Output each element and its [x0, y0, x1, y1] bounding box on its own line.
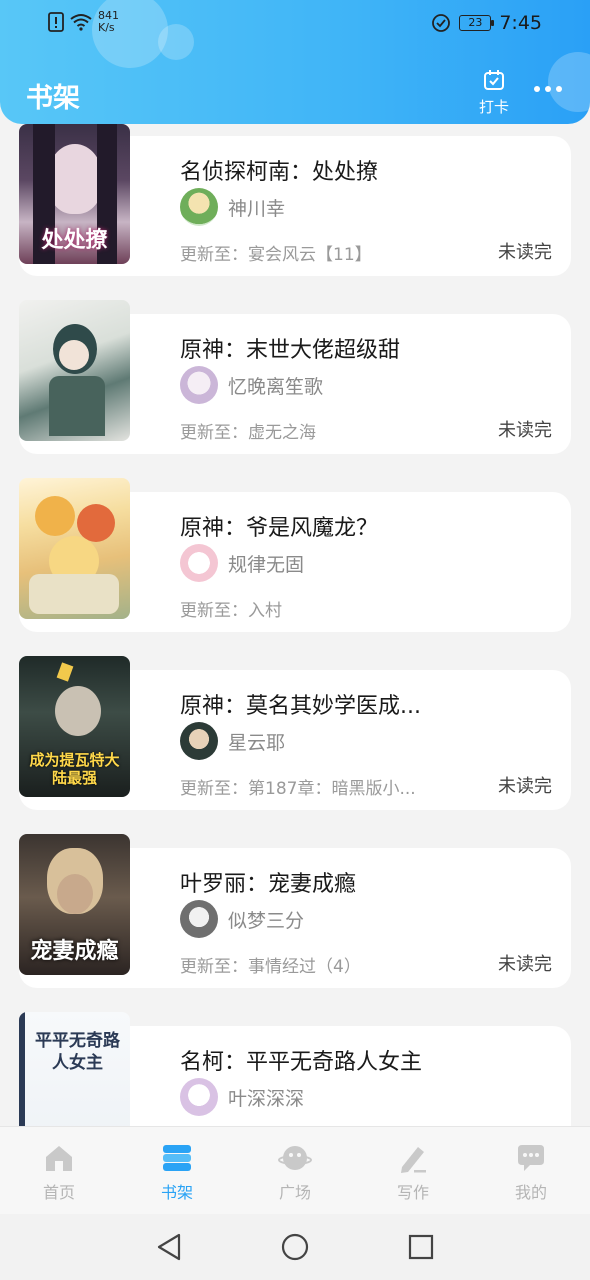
book-author[interactable]: 规律无固 [180, 544, 304, 582]
book-title: 名侦探柯南：处处撩 [180, 160, 379, 185]
book-author[interactable]: 星云耶 [180, 722, 285, 760]
wifi-icon [70, 14, 92, 31]
author-avatar [180, 900, 218, 938]
author-avatar [180, 1078, 218, 1116]
nav-write[interactable]: 写作 [354, 1127, 472, 1214]
author-avatar [180, 544, 218, 582]
battery-indicator: 23 [459, 15, 495, 31]
book-cover[interactable]: 宠妻成瘾 [19, 834, 130, 975]
read-status: 未读完 [498, 954, 552, 975]
bottom-navigation: 首页 书架 广场 写作 我的 [0, 1126, 590, 1214]
author-name: 忆晚离笙歌 [228, 375, 324, 398]
read-status: 未读完 [498, 242, 552, 263]
cover-title-art: 处处撩 [41, 228, 108, 253]
clock: 7:45 [499, 12, 542, 34]
nav-plaza[interactable]: 广场 [236, 1127, 354, 1214]
book-title: 原神：爷是风魔龙？ [180, 516, 379, 541]
author-avatar [180, 722, 218, 760]
decorative-bubble [548, 52, 590, 112]
latest-chapter: 更新至：宴会风云【11】 [180, 245, 372, 265]
bookshelf-list[interactable]: 名侦探柯南：处处撩 神川幸 更新至：宴会风云【11】 未读完 处处撩 原神：末世… [0, 124, 590, 1126]
book-author[interactable]: 叶深深深 [180, 1078, 304, 1116]
app-header: 841 K/s 23 7:45 书架 打卡 [0, 0, 590, 124]
author-name: 神川幸 [228, 197, 286, 220]
latest-chapter: 更新至：事情经过（4） [180, 957, 361, 977]
do-not-disturb-icon [432, 14, 451, 32]
pen-icon [401, 1147, 426, 1173]
status-bar: 841 K/s 23 7:45 [0, 0, 590, 48]
author-name: 叶深深深 [228, 1087, 305, 1110]
system-navigation-bar [0, 1214, 590, 1280]
more-dot-icon [556, 86, 562, 92]
planet-icon [278, 1146, 312, 1170]
author-avatar [180, 188, 218, 226]
more-dot-icon [534, 86, 540, 92]
latest-chapter: 更新至：入村 [180, 601, 282, 621]
recent-apps-icon[interactable] [407, 1232, 435, 1262]
book-title: 名柯：平平无奇路人女主 [180, 1050, 423, 1075]
network-speed: 841 K/s [98, 10, 119, 34]
more-dot-icon [545, 86, 551, 92]
nav-bookshelf[interactable]: 书架 [118, 1127, 236, 1214]
author-name: 似梦三分 [228, 909, 305, 932]
nav-label: 写作 [396, 1183, 429, 1202]
nav-label: 首页 [42, 1183, 75, 1202]
author-name: 规律无固 [228, 553, 305, 576]
book-title: 原神：莫名其妙学医成... [180, 694, 421, 719]
book-cover[interactable]: 处处撩 [19, 124, 130, 264]
read-status: 未读完 [498, 776, 552, 797]
home-icon [46, 1146, 72, 1171]
latest-chapter: 更新至：虚无之海 [180, 423, 316, 443]
book-cover[interactable]: 成为提瓦特大陆最强 [19, 656, 130, 797]
book-author[interactable]: 似梦三分 [180, 900, 304, 938]
book-title: 原神：末世大佬超级甜 [180, 338, 401, 363]
book-cover[interactable]: 平平无奇路人女主 [19, 1012, 130, 1126]
page-title: 书架 [26, 83, 80, 114]
nav-profile[interactable]: 我的 [472, 1127, 590, 1214]
back-icon[interactable] [155, 1232, 183, 1262]
nav-label: 广场 [278, 1183, 311, 1202]
bookshelf-icon [163, 1145, 191, 1171]
book-author[interactable]: 忆晚离笙歌 [180, 366, 323, 404]
read-status: 未读完 [498, 420, 552, 441]
author-name: 星云耶 [228, 731, 286, 754]
checkin-label: 打卡 [478, 98, 509, 116]
chat-bubble-icon [518, 1145, 544, 1171]
nav-home[interactable]: 首页 [0, 1127, 118, 1214]
cover-title-art: 宠妻成瘾 [30, 939, 119, 964]
network-speed-unit: K/s [98, 21, 115, 34]
checkin-button[interactable]: 打卡 [476, 70, 512, 117]
author-avatar [180, 366, 218, 404]
book-cover[interactable] [19, 478, 130, 619]
latest-chapter: 更新至：第187章：暗黑版小... [180, 779, 416, 799]
more-options-button[interactable] [534, 86, 562, 92]
book-author[interactable]: 神川幸 [180, 188, 285, 226]
book-title: 叶罗丽：宠妻成瘾 [180, 872, 357, 897]
sim-alert-icon [48, 12, 64, 32]
nav-label: 书架 [160, 1183, 193, 1202]
nav-label: 我的 [514, 1183, 547, 1202]
home-circle-icon[interactable] [281, 1232, 309, 1262]
battery-level: 23 [468, 16, 483, 29]
cover-title-art: 成为提瓦特大陆最强 [29, 751, 120, 787]
calendar-check-icon [484, 70, 504, 90]
book-cover[interactable] [19, 300, 130, 441]
cover-title-art: 平平无奇路人女主 [35, 1031, 120, 1073]
